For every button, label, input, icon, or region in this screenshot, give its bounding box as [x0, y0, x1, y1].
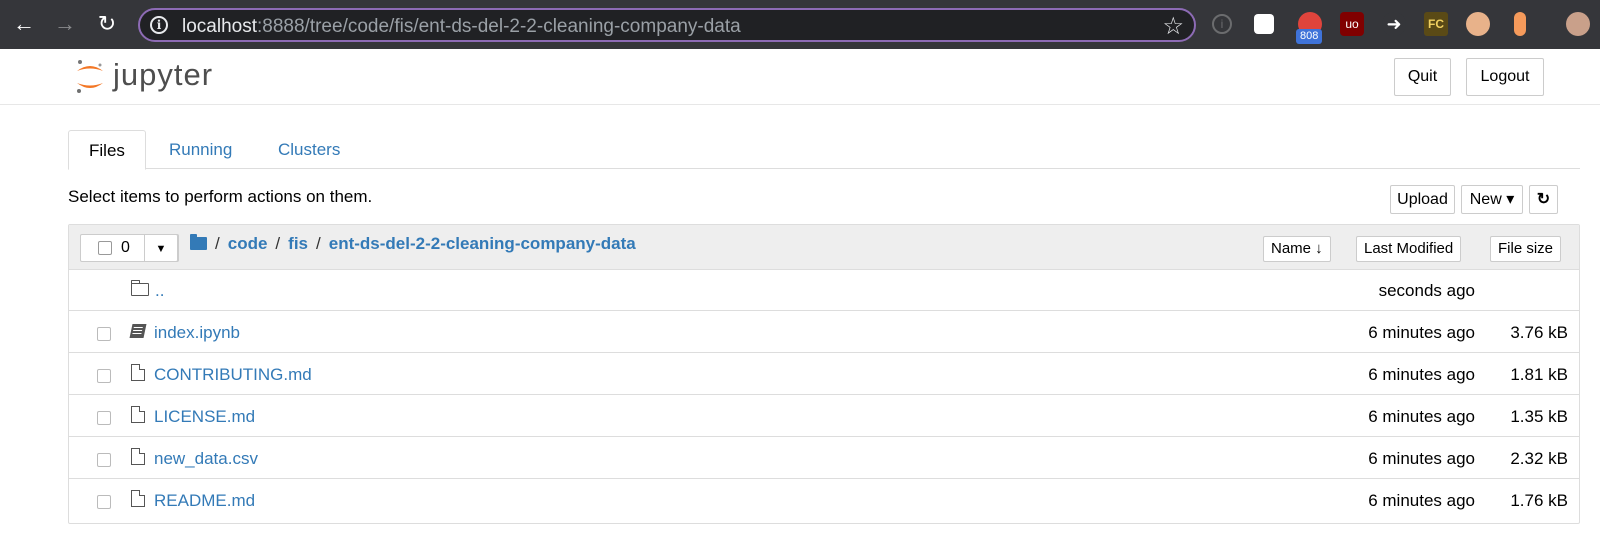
notebook-icon: [129, 322, 147, 338]
extension-swirl-icon[interactable]: ➜: [1382, 12, 1406, 36]
upload-button[interactable]: Upload: [1390, 185, 1455, 214]
selection-hint: Select items to perform actions on them.: [68, 187, 373, 206]
table-row[interactable]: CONTRIBUTING.md 6 minutes ago 1.81 kB: [69, 354, 1579, 395]
table-row[interactable]: LICENSE.md 6 minutes ago 1.35 kB: [69, 396, 1579, 437]
tab-bar: Files Running Clusters: [68, 130, 1580, 170]
breadcrumb: / code / fis / ent-ds-del-2-2-cleaning-compan…: [190, 234, 636, 254]
file-link[interactable]: new_data.csv: [154, 449, 258, 469]
browser-toolbar: ← → ↻ i localhost:8888/tree/code/fis/ent…: [0, 0, 1600, 49]
bookmark-star-icon[interactable]: ☆: [1162, 12, 1184, 41]
extension-face-icon[interactable]: [1466, 12, 1490, 36]
sort-by-modified-button[interactable]: Last Modified: [1356, 236, 1462, 262]
select-all-checkbox[interactable]: [98, 241, 112, 255]
folder-home-icon[interactable]: [190, 234, 207, 250]
jupyter-logo-text: jupyter: [113, 57, 214, 92]
file-size: 2.32 kB: [1510, 449, 1568, 468]
row-checkbox[interactable]: [97, 327, 111, 341]
row-checkbox[interactable]: [97, 453, 111, 467]
table-row[interactable]: index.ipynb 6 minutes ago 3.76 kB: [69, 312, 1579, 353]
file-size: 1.35 kB: [1510, 407, 1568, 426]
quit-button[interactable]: Quit: [1394, 58, 1451, 96]
back-arrow-icon[interactable]: ←: [10, 10, 38, 38]
row-checkbox[interactable]: [97, 369, 111, 383]
new-dropdown-button[interactable]: New ▾: [1461, 185, 1523, 214]
sort-by-size-button[interactable]: File size: [1490, 236, 1562, 262]
select-all-control[interactable]: 0 ▼: [80, 234, 179, 262]
sort-by-name-button[interactable]: Name ↓: [1263, 236, 1331, 262]
caret-down-icon: ▼: [155, 243, 167, 255]
selected-count: 0: [121, 239, 130, 256]
refresh-button[interactable]: ↻: [1529, 185, 1558, 214]
modified-time: 6 minutes ago: [1368, 323, 1475, 342]
modified-time: 6 minutes ago: [1368, 449, 1475, 468]
tab-files[interactable]: Files: [68, 130, 146, 170]
select-dropdown-button[interactable]: ▼: [144, 234, 178, 262]
table-row[interactable]: README.md 6 minutes ago 1.76 kB: [69, 480, 1579, 521]
jupyter-header: [0, 49, 1600, 105]
file-list-header: 0 ▼ / code / fis / ent-ds-del-2-2-cleaning-co…: [69, 225, 1579, 270]
breadcrumb-item[interactable]: ent-ds-del-2-2-cleaning-company-data: [329, 234, 636, 253]
modified-time: 6 minutes ago: [1368, 407, 1475, 426]
table-row[interactable]: new_data.csv 6 minutes ago 2.32 kB: [69, 438, 1579, 479]
file-link[interactable]: index.ipynb: [154, 323, 240, 343]
tab-running[interactable]: Running: [149, 130, 252, 170]
extension-fc-icon[interactable]: FC: [1424, 12, 1448, 36]
parent-directory-link[interactable]: ..: [155, 281, 164, 301]
logout-button[interactable]: Logout: [1466, 58, 1544, 96]
extension-badge: 808: [1296, 29, 1323, 44]
extension-info-icon[interactable]: i: [1212, 14, 1232, 34]
modified-time: 6 minutes ago: [1368, 365, 1475, 384]
url-text[interactable]: localhost:8888/tree/code/fis/ent-ds-del-…: [182, 16, 741, 38]
file-icon: [131, 448, 145, 465]
file-icon: [131, 406, 145, 423]
file-size: 1.81 kB: [1510, 365, 1568, 384]
file-link[interactable]: README.md: [154, 491, 255, 511]
folder-icon: [131, 280, 149, 296]
file-icon: [131, 364, 145, 381]
parent-directory-row[interactable]: .. seconds ago: [69, 270, 1579, 311]
modified-time: 6 minutes ago: [1368, 491, 1475, 510]
file-list: 0 ▼ / code / fis / ent-ds-del-2-2-cleaning-co…: [68, 224, 1580, 524]
breadcrumb-item[interactable]: fis: [288, 234, 308, 253]
ublock-icon[interactable]: uo: [1340, 12, 1364, 36]
row-checkbox[interactable]: [97, 495, 111, 509]
breadcrumb-item[interactable]: code: [228, 234, 268, 253]
extension-capsule-icon[interactable]: [1514, 12, 1526, 36]
profile-avatar[interactable]: [1566, 12, 1590, 36]
file-link[interactable]: LICENSE.md: [154, 407, 255, 427]
modified-time: seconds ago: [1378, 281, 1475, 300]
file-icon: [131, 490, 145, 507]
file-size: 3.76 kB: [1510, 323, 1568, 342]
file-size: 1.76 kB: [1510, 491, 1568, 510]
tab-clusters[interactable]: Clusters: [258, 130, 360, 170]
jupyter-logo-icon: [77, 60, 103, 93]
file-link[interactable]: CONTRIBUTING.md: [154, 365, 312, 385]
address-bar[interactable]: i localhost:8888/tree/code/fis/ent-ds-de…: [138, 8, 1196, 42]
site-info-icon[interactable]: i: [150, 16, 168, 34]
extension-mail-icon[interactable]: [1254, 14, 1274, 34]
forward-arrow-icon[interactable]: →: [51, 10, 79, 38]
reload-icon[interactable]: ↻: [93, 10, 121, 38]
refresh-icon: ↻: [1536, 191, 1551, 208]
row-checkbox[interactable]: [97, 411, 111, 425]
